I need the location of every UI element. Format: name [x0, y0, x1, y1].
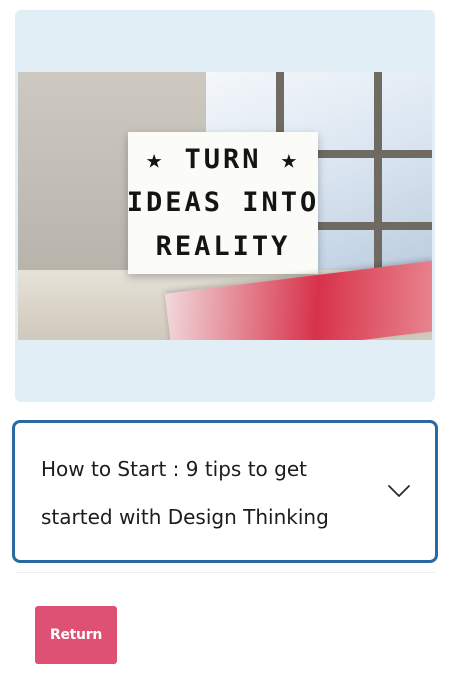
accordion-header[interactable]: How to Start : 9 tips to get started wit…	[12, 420, 438, 563]
lightbox-sign: ★ TURN ★ IDEAS INTO REALITY	[126, 132, 320, 274]
lightbox-line: REALITY	[155, 230, 291, 262]
lightbox-line: ★ TURN ★	[145, 144, 301, 176]
hero-card: ★ TURN ★ IDEAS INTO REALITY	[15, 10, 435, 402]
section-divider	[15, 572, 435, 573]
lightbox-line: IDEAS INTO	[126, 187, 320, 219]
return-button[interactable]: Return	[35, 606, 117, 664]
hero-image: ★ TURN ★ IDEAS INTO REALITY	[18, 72, 432, 340]
chevron-down-icon[interactable]	[387, 483, 411, 499]
photo-window-frame	[374, 72, 382, 286]
accordion-title: How to Start : 9 tips to get started wit…	[41, 457, 329, 529]
